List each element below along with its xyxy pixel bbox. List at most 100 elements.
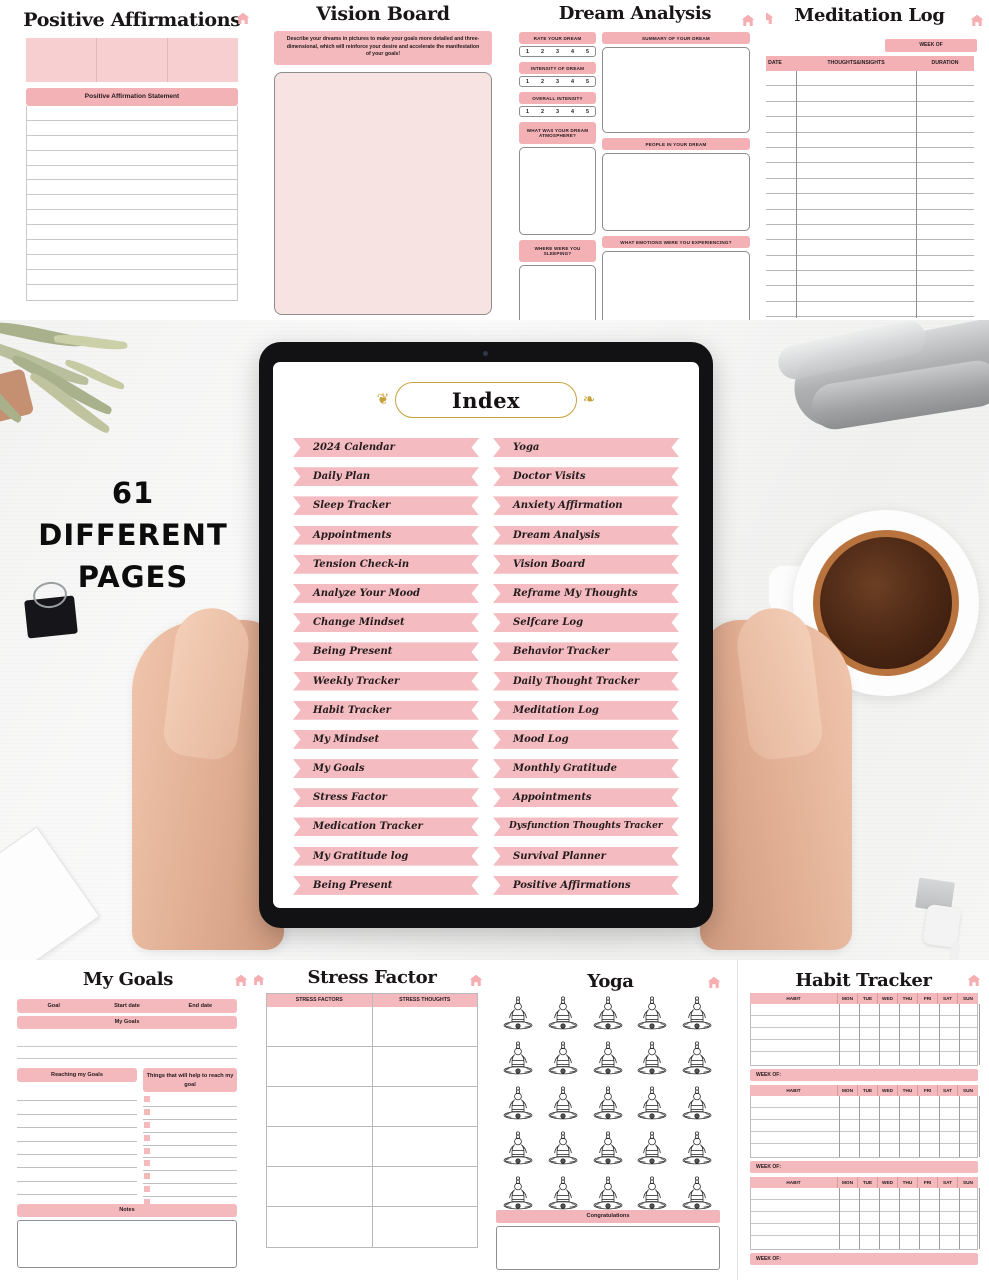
- overall-intensity-scale[interactable]: 1 2 3 4 5: [519, 106, 596, 117]
- index-item-my-mindset[interactable]: My Mindset: [293, 729, 479, 749]
- index-item-yoga[interactable]: Yoga: [493, 438, 679, 457]
- checkbox[interactable]: [144, 1096, 150, 1102]
- scale-value[interactable]: 5: [580, 109, 595, 115]
- summary-of-dream-box[interactable]: [602, 47, 750, 133]
- scale-value[interactable]: 3: [550, 49, 565, 55]
- index-item-my-goals[interactable]: My Goals: [293, 759, 479, 779]
- index-item-meditation-log[interactable]: Meditation Log: [493, 700, 679, 720]
- meditating-figure-icon[interactable]: [630, 993, 674, 1033]
- page-preview-habit-tracker[interactable]: Habit Tracker HABIT MON TUE WED THU FRI SAT SUN…: [737, 960, 989, 1280]
- index-item-reframe-my-thoughts[interactable]: Reframe My Thoughts: [493, 583, 679, 603]
- index-item-being-present[interactable]: Being Present: [293, 642, 479, 662]
- habit-week-block[interactable]: HABIT MON TUE WED THU FRI SAT SUN WEEK OF:: [750, 1085, 980, 1173]
- checkbox[interactable]: [144, 1186, 150, 1193]
- meditating-figure-icon[interactable]: [541, 1173, 585, 1213]
- page-preview-stress-factor[interactable]: Stress Factor STRESS FACTORS STRESS THOU…: [254, 960, 490, 1280]
- index-item-daily-plan[interactable]: Daily Plan: [293, 467, 479, 487]
- index-item-anxiety-affirmation[interactable]: Anxiety Affirmation: [493, 496, 679, 516]
- index-item-dream-analysis[interactable]: Dream Analysis: [493, 525, 679, 545]
- checkbox[interactable]: [144, 1121, 150, 1128]
- notes-box[interactable]: [17, 1220, 237, 1268]
- meditating-figure-icon[interactable]: [541, 1038, 585, 1078]
- scale-value[interactable]: 5: [580, 79, 595, 85]
- home-icon[interactable]: [236, 12, 250, 25]
- index-item-appointments-2[interactable]: Appointments: [493, 788, 679, 808]
- scale-value[interactable]: 1: [520, 79, 535, 85]
- habit-grid[interactable]: [750, 1096, 980, 1158]
- home-icon[interactable]: [707, 976, 721, 989]
- index-item-doctor-visits[interactable]: Doctor Visits: [493, 467, 679, 487]
- page-preview-my-goals[interactable]: My Goals Goal Start date End date My Goa…: [0, 960, 256, 1280]
- habit-grid[interactable]: [750, 1188, 980, 1250]
- meditating-figure-icon[interactable]: [630, 1128, 674, 1168]
- meditating-figure-icon[interactable]: [586, 1128, 630, 1168]
- index-item-my-gratitude-log[interactable]: My Gratitude log: [293, 846, 479, 866]
- habit-grid[interactable]: [750, 1004, 980, 1066]
- meditating-figure-icon[interactable]: [675, 1128, 719, 1168]
- index-item-habit-tracker[interactable]: Habit Tracker: [293, 700, 479, 720]
- page-preview-yoga[interactable]: Yoga Congratulations: [488, 960, 733, 1280]
- meditating-figure-icon[interactable]: [630, 1038, 674, 1078]
- meditating-figure-icon[interactable]: [496, 1173, 540, 1213]
- scale-value[interactable]: 2: [535, 79, 550, 85]
- checkbox[interactable]: [144, 1108, 150, 1115]
- meditating-figure-icon[interactable]: [675, 993, 719, 1033]
- index-item-positive-affirmations[interactable]: Positive Affirmations: [493, 875, 679, 895]
- affirmation-writing-lines[interactable]: [26, 106, 238, 301]
- congratulations-box[interactable]: [496, 1226, 720, 1270]
- meditating-figure-icon[interactable]: [675, 1173, 719, 1213]
- dream-atmosphere-box[interactable]: [519, 147, 596, 235]
- page-preview-positive-affirmations[interactable]: Positive Affirmations Positive Affirmati…: [8, 0, 256, 320]
- meditating-figure-icon[interactable]: [675, 1083, 719, 1123]
- scale-value[interactable]: 3: [550, 109, 565, 115]
- tablet-screen[interactable]: ❦ ❧ Index 2024 Calendar Daily Plan Sleep…: [273, 362, 699, 908]
- index-item-being-present-2[interactable]: Being Present: [293, 875, 479, 895]
- scale-value[interactable]: 1: [520, 49, 535, 55]
- week-of-field[interactable]: WEEK OF:: [750, 1161, 978, 1173]
- index-item-dysfunction-thoughts-tracker[interactable]: Dysfunction Thoughts Tracker: [493, 817, 679, 837]
- week-of-field[interactable]: WEEK OF:: [750, 1253, 978, 1265]
- home-icon[interactable]: [741, 14, 755, 27]
- affirmation-three-cells[interactable]: [26, 38, 238, 82]
- table-body[interactable]: [766, 71, 974, 318]
- home-icon[interactable]: [766, 12, 774, 25]
- home-icon[interactable]: [254, 974, 265, 986]
- index-item-medication-tracker[interactable]: Medication Tracker: [293, 817, 479, 837]
- index-item-vision-board[interactable]: Vision Board: [493, 554, 679, 574]
- reaching-goals-lines[interactable]: [17, 1088, 137, 1209]
- table-body[interactable]: [267, 1007, 477, 1248]
- intensity-of-dream-scale[interactable]: 1 2 3 4 5: [519, 76, 596, 87]
- meditating-figure-icon[interactable]: [496, 1038, 540, 1078]
- index-item-2024-calendar[interactable]: 2024 Calendar: [293, 438, 479, 457]
- rate-your-dream-scale[interactable]: 1 2 3 4 5: [519, 46, 596, 57]
- habit-week-block[interactable]: HABIT MON TUE WED THU FRI SAT SUN WEEK OF:: [750, 993, 980, 1081]
- home-icon[interactable]: [970, 14, 984, 27]
- meditating-figure-icon[interactable]: [630, 1083, 674, 1123]
- scale-value[interactable]: 1: [520, 109, 535, 115]
- index-item-survival-planner[interactable]: Survival Planner: [493, 846, 679, 866]
- meditating-figure-icon[interactable]: [496, 993, 540, 1033]
- habit-week-block[interactable]: HABIT MON TUE WED THU FRI SAT SUN WEEK OF:: [750, 1177, 980, 1265]
- tablet-device[interactable]: ❦ ❧ Index 2024 Calendar Daily Plan Sleep…: [259, 342, 713, 928]
- my-goals-write-lines[interactable]: [17, 1035, 237, 1059]
- week-of-field[interactable]: WEEK OF:: [750, 1069, 978, 1081]
- meditating-figure-icon[interactable]: [586, 1083, 630, 1123]
- checkbox[interactable]: [144, 1160, 150, 1167]
- checkbox[interactable]: [144, 1173, 150, 1180]
- meditating-figure-icon[interactable]: [496, 1083, 540, 1123]
- where-sleeping-box[interactable]: [519, 265, 596, 320]
- meditating-figure-icon[interactable]: [541, 1128, 585, 1168]
- meditation-log-table[interactable]: DATE THOUGHTS&INSIGHTS DURATION: [766, 56, 974, 318]
- index-item-analyze-your-mood[interactable]: Analyze Your Mood: [293, 583, 479, 603]
- yoga-figure-grid[interactable]: [496, 993, 720, 1213]
- index-item-weekly-tracker[interactable]: Weekly Tracker: [293, 671, 479, 691]
- index-item-stress-factor[interactable]: Stress Factor: [293, 788, 479, 808]
- scale-value[interactable]: 5: [580, 49, 595, 55]
- meditating-figure-icon[interactable]: [586, 1038, 630, 1078]
- index-item-selfcare-log[interactable]: Selfcare Log: [493, 613, 679, 633]
- things-that-help-checklist[interactable]: [143, 1094, 237, 1211]
- scale-value[interactable]: 2: [535, 49, 550, 55]
- scale-value[interactable]: 4: [565, 49, 580, 55]
- people-in-dream-box[interactable]: [602, 153, 750, 231]
- meditating-figure-icon[interactable]: [586, 1173, 630, 1213]
